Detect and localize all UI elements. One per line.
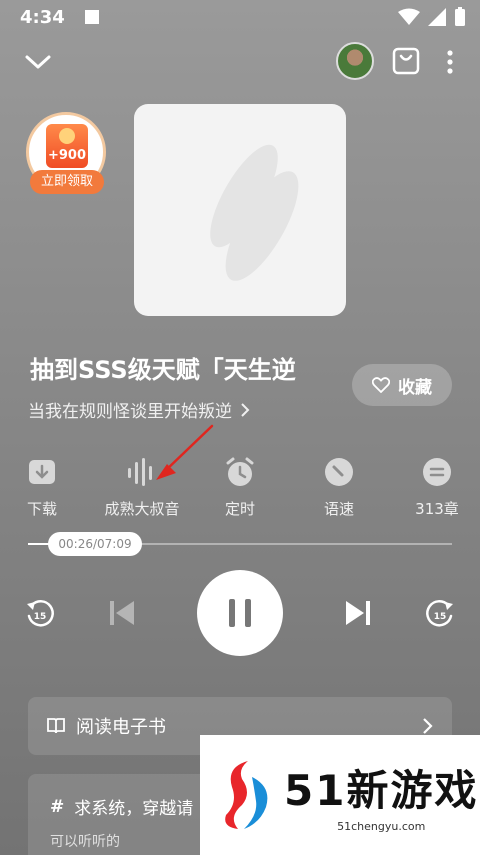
book-cover [134,104,346,316]
book-subtitle-link[interactable]: 当我在规则怪谈里开始叛逆 [28,397,250,422]
speed-action[interactable]: 语速 [299,456,379,519]
action-row: 下载 成熟大叔音 定时 语速 313章 [0,456,480,526]
previous-chapter-icon[interactable] [108,600,136,626]
chapters-action[interactable]: 313章 [397,456,477,519]
rewind-15-icon[interactable]: 15 [24,598,56,630]
more-vertical-icon[interactable] [440,46,460,78]
chevron-right-icon [241,402,250,417]
watermark-logo-icon [225,761,268,829]
book-icon [47,718,65,734]
status-time: 4:34 [20,6,65,28]
pause-button[interactable] [197,570,283,656]
chapters-icon [423,458,451,486]
voice-label: 成熟大叔音 [104,500,180,518]
alarm-icon [226,457,254,486]
read-ebook-label: 阅读电子书 [76,717,166,738]
top-bar [0,40,480,84]
pause-icon [229,599,251,627]
battery-icon [455,7,465,26]
chapters-label: 313章 [415,500,459,518]
heart-icon [372,377,390,393]
chevron-right-icon [423,718,433,734]
wifi-icon [398,8,420,25]
progress-time[interactable]: 00:26/07:09 [48,532,142,556]
forward-15-icon[interactable]: 15 [424,598,456,630]
rewind-seconds: 15 [34,612,47,622]
collapse-chevron-icon[interactable] [22,46,54,78]
download-action[interactable]: 下载 [2,456,82,519]
speed-icon [325,458,353,486]
book-subtitle-text: 当我在规则怪谈里开始叛逆 [28,402,232,422]
forward-seconds: 15 [434,612,447,622]
download-icon [29,460,55,484]
annotation-arrow-icon [156,424,214,480]
signal-icon [428,8,446,26]
status-bar: 4:34 [0,0,480,34]
site-watermark: 51新游戏 51chengyu.com [200,735,480,855]
coin-amount: +900 [47,148,87,163]
watermark-text: 51新游戏 51chengyu.com [284,757,478,833]
playback-controls: 15 15 [0,570,480,656]
book-title: 抽到SSS级天赋「天生逆 [30,356,296,384]
status-icons [398,7,466,27]
topic-title: 求系统，穿越请 [74,799,194,819]
timer-label: 定时 [224,500,255,518]
next-chapter-icon[interactable] [344,600,372,626]
watermark-title: 51新游戏 [284,766,479,815]
download-label: 下载 [26,500,57,518]
claim-now-label[interactable]: 立即领取 [30,170,104,194]
coin-reward-badge[interactable]: +900 立即领取 [26,112,108,198]
favorite-button[interactable]: 收藏 [352,364,452,406]
cover-placeholder-icon [210,144,299,281]
watermark-url: 51chengyu.com [337,820,426,833]
shopping-bag-icon[interactable] [392,44,420,76]
speed-label: 语速 [323,500,354,518]
notification-icon [84,10,99,24]
favorite-label: 收藏 [398,377,432,398]
user-avatar[interactable] [336,42,374,80]
hashtag-icon: # [50,796,65,817]
